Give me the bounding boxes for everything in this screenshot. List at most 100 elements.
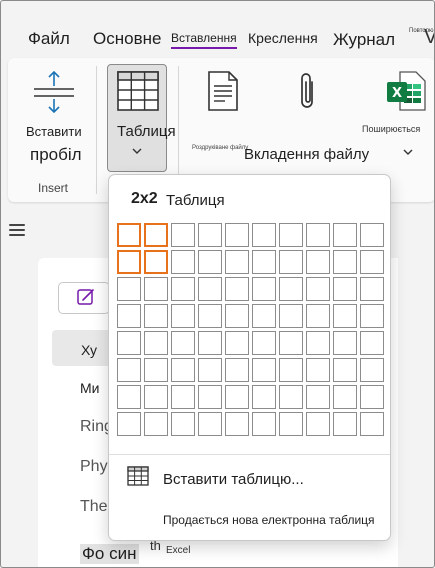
table-grid-cell[interactable] — [144, 331, 168, 355]
table-grid-cell[interactable] — [279, 304, 303, 328]
table-grid-cell[interactable] — [225, 277, 249, 301]
table-grid-cell[interactable] — [360, 250, 384, 274]
table-grid-cell[interactable] — [333, 385, 357, 409]
table-grid-cell[interactable] — [279, 385, 303, 409]
table-grid-cell[interactable] — [360, 358, 384, 382]
table-grid-cell[interactable] — [225, 358, 249, 382]
table-grid-cell[interactable] — [252, 385, 276, 409]
tab-file[interactable]: Файл — [28, 29, 70, 49]
table-grid-cell[interactable] — [225, 250, 249, 274]
table-grid-cell[interactable] — [198, 412, 222, 436]
table-grid-cell[interactable] — [198, 331, 222, 355]
table-grid-cell[interactable] — [117, 223, 141, 247]
tab-view[interactable]: V — [424, 26, 435, 49]
table-grid-icon — [117, 71, 159, 111]
table-grid-cell[interactable] — [171, 358, 195, 382]
table-grid-cell[interactable] — [306, 304, 330, 328]
table-grid-cell[interactable] — [144, 304, 168, 328]
table-grid-cell[interactable] — [252, 331, 276, 355]
group-label-insert: Insert — [38, 181, 69, 195]
table-grid-cell[interactable] — [171, 331, 195, 355]
page-list-item[interactable]: Ху — [81, 342, 97, 358]
table-grid-cell[interactable] — [171, 250, 195, 274]
table-grid-cell[interactable] — [225, 304, 249, 328]
table-grid-cell[interactable] — [306, 250, 330, 274]
table-grid-cell[interactable] — [252, 304, 276, 328]
table-grid-cell[interactable] — [171, 223, 195, 247]
table-grid-cell[interactable] — [360, 385, 384, 409]
table-grid-cell[interactable] — [198, 358, 222, 382]
table-grid-cell[interactable] — [252, 250, 276, 274]
table-grid-cell[interactable] — [360, 277, 384, 301]
table-grid-cell[interactable] — [144, 385, 168, 409]
page-list-item[interactable]: Фо син — [80, 544, 139, 564]
table-grid-cell[interactable] — [117, 304, 141, 328]
table-grid-cell[interactable] — [117, 331, 141, 355]
table-grid-cell[interactable] — [198, 304, 222, 328]
page-list-item[interactable]: Ми — [80, 380, 99, 396]
table-grid-cell[interactable] — [360, 331, 384, 355]
table-grid-cell[interactable] — [333, 412, 357, 436]
table-grid-cell[interactable] — [144, 250, 168, 274]
table-grid-cell[interactable] — [198, 250, 222, 274]
table-grid-cell[interactable] — [144, 412, 168, 436]
table-grid-picker[interactable] — [109, 175, 110, 176]
table-grid-cell[interactable] — [333, 223, 357, 247]
table-grid-cell[interactable] — [306, 223, 330, 247]
table-grid-cell[interactable] — [225, 223, 249, 247]
chevron-down-icon — [132, 148, 142, 154]
table-grid-cell[interactable] — [252, 358, 276, 382]
table-grid-cell[interactable] — [333, 304, 357, 328]
table-grid-cell[interactable] — [171, 304, 195, 328]
table-grid-cell[interactable] — [144, 223, 168, 247]
table-grid-cell[interactable] — [306, 358, 330, 382]
table-grid-cell[interactable] — [279, 277, 303, 301]
table-grid-cell[interactable] — [117, 385, 141, 409]
table-grid-cell[interactable] — [117, 250, 141, 274]
table-grid-cell[interactable] — [252, 412, 276, 436]
table-grid-cell[interactable] — [360, 412, 384, 436]
table-grid-cell[interactable] — [306, 331, 330, 355]
tab-history[interactable]: Журнал — [333, 30, 395, 50]
page-list-item[interactable]: Phy — [80, 458, 108, 476]
chevron-down-icon[interactable] — [403, 149, 413, 156]
table-grid-cell[interactable] — [225, 331, 249, 355]
table-grid-cell[interactable] — [117, 277, 141, 301]
table-grid-cell[interactable] — [171, 277, 195, 301]
new-spreadsheet-menu-item[interactable]: Продається нова електронна таблиця — [163, 513, 375, 527]
table-grid-cell[interactable] — [252, 223, 276, 247]
table-grid-cell[interactable] — [279, 358, 303, 382]
table-grid-cell[interactable] — [360, 304, 384, 328]
tab-insert[interactable]: Вставлення — [171, 31, 237, 49]
table-grid-cell[interactable] — [117, 412, 141, 436]
table-grid-cell[interactable] — [117, 358, 141, 382]
hamburger-menu-icon[interactable] — [9, 224, 25, 236]
table-grid-cell[interactable] — [360, 223, 384, 247]
table-grid-cell[interactable] — [306, 277, 330, 301]
table-grid-cell[interactable] — [279, 250, 303, 274]
table-grid-cell[interactable] — [333, 358, 357, 382]
table-grid-cell[interactable] — [144, 358, 168, 382]
table-grid-cell[interactable] — [171, 412, 195, 436]
insert-table-menu-item[interactable]: Вставити таблицю... — [163, 471, 304, 488]
table-grid-cell[interactable] — [198, 223, 222, 247]
table-grid-cell[interactable] — [198, 385, 222, 409]
table-grid-cell[interactable] — [333, 277, 357, 301]
table-grid-cell[interactable] — [171, 385, 195, 409]
table-grid-cell[interactable] — [252, 277, 276, 301]
table-grid-cell[interactable] — [225, 385, 249, 409]
table-grid-cell[interactable] — [306, 385, 330, 409]
table-grid-cell[interactable] — [198, 277, 222, 301]
table-grid-cell[interactable] — [333, 331, 357, 355]
table-grid-cell[interactable] — [333, 250, 357, 274]
table-grid-cell[interactable] — [144, 277, 168, 301]
table-grid-cell[interactable] — [279, 412, 303, 436]
table-grid-cell[interactable] — [279, 223, 303, 247]
table-grid-cell[interactable] — [225, 412, 249, 436]
page-list-item[interactable]: The — [80, 498, 108, 516]
tab-home[interactable]: Основне — [93, 29, 161, 49]
edit-icon — [77, 289, 94, 305]
table-grid-cell[interactable] — [279, 331, 303, 355]
table-grid-cell[interactable] — [306, 412, 330, 436]
tab-draw[interactable]: Креслення — [248, 30, 318, 46]
